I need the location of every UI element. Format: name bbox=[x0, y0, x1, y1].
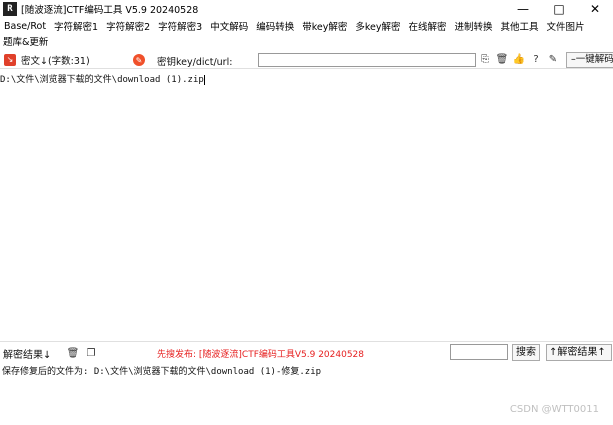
orange-clear-icon[interactable]: ✎ bbox=[133, 54, 145, 66]
minimize-button[interactable]: — bbox=[505, 0, 541, 18]
menu-other-tools[interactable]: 其他工具 bbox=[497, 19, 543, 33]
menu-row-1: Base/Rot 字符解密1 字符解密2 字符解密3 中文解码 编码转换 带ke… bbox=[0, 19, 613, 34]
copy-icon[interactable]: ❐ bbox=[84, 346, 98, 360]
menu-bar: Base/Rot 字符解密1 字符解密2 字符解密3 中文解码 编码转换 带ke… bbox=[0, 19, 613, 51]
menu-chinese-decode[interactable]: 中文解码 bbox=[206, 19, 252, 33]
menu-multi-key-decrypt[interactable]: 多key解密 bbox=[351, 19, 404, 33]
maximize-button[interactable]: □ bbox=[541, 0, 577, 18]
watermark: CSDN @WTT0011 bbox=[509, 404, 599, 415]
result-up-button[interactable]: ↑解密结果↑ bbox=[546, 344, 612, 361]
text-caret bbox=[203, 74, 205, 85]
menu-key-decrypt[interactable]: 带key解密 bbox=[298, 19, 351, 33]
red-box-arrow-icon[interactable]: ↘ bbox=[4, 53, 16, 66]
search-input[interactable] bbox=[450, 344, 508, 360]
cipher-textarea[interactable]: D:\文件\浏览器下载的文件\download (1).zip bbox=[0, 70, 613, 340]
cipher-text-content: D:\文件\浏览器下载的文件\download (1).zip bbox=[0, 75, 204, 85]
menu-file-image[interactable]: 文件图片 bbox=[543, 19, 589, 33]
menu-online-decrypt[interactable]: 在线解密 bbox=[405, 19, 451, 33]
result-textarea[interactable]: 保存修复后的文件为: D:\文件\浏览器下载的文件\download (1)-修… bbox=[0, 362, 613, 425]
menu-base-rot[interactable]: Base/Rot bbox=[0, 21, 50, 32]
search-button[interactable]: 搜索 bbox=[512, 344, 540, 361]
app-logo-icon: R bbox=[3, 2, 17, 16]
one-click-decode-button[interactable]: –一键解码 bbox=[566, 52, 613, 68]
result-label: 解密结果↓ bbox=[3, 350, 52, 361]
key-label: 密钥key/dict/url: bbox=[157, 57, 233, 68]
key-input[interactable] bbox=[258, 53, 476, 67]
trash-icon[interactable]: 🗑 bbox=[495, 52, 509, 66]
thumbs-up-icon[interactable]: 👍 bbox=[512, 52, 526, 66]
help-icon[interactable]: ? bbox=[529, 52, 543, 66]
result-toolbar: 解密结果↓ 🗑 ❐ 先搜发布: [随波逐流]CTF编码工具V5.9 202405… bbox=[0, 341, 613, 362]
cipher-tools: ⎘ 🗑 👍 ? ✎ bbox=[478, 52, 560, 66]
cipher-label: 密文↓(字数:31) bbox=[21, 55, 90, 67]
result-text: 保存修复后的文件为: D:\文件\浏览器下载的文件\download (1)-修… bbox=[2, 367, 322, 377]
window-controls: — □ ✕ bbox=[505, 0, 613, 18]
menu-encoding-convert[interactable]: 编码转换 bbox=[252, 19, 298, 33]
result-trash-icon[interactable]: 🗑 bbox=[66, 346, 80, 360]
title-bar: R [随波逐流]CTF编码工具 V5.9 20240528 — □ ✕ bbox=[0, 0, 613, 18]
menu-char-decrypt-1[interactable]: 字符解密1 bbox=[50, 19, 102, 33]
paste-icon[interactable]: ⎘ bbox=[478, 52, 492, 66]
menu-char-decrypt-3[interactable]: 字符解密3 bbox=[154, 19, 206, 33]
cipher-toolbar: ↘ 密文↓(字数:31) ✎ 密钥key/dict/url: ⎘ 🗑 👍 ? ✎… bbox=[0, 51, 613, 69]
menu-row-2: 题库&更新 bbox=[0, 34, 613, 48]
menu-question-bank-update[interactable]: 题库&更新 bbox=[0, 34, 52, 48]
close-button[interactable]: ✕ bbox=[577, 0, 613, 18]
app-window: R [随波逐流]CTF编码工具 V5.9 20240528 — □ ✕ Base… bbox=[0, 0, 613, 425]
promo-text[interactable]: 先搜发布: [随波逐流]CTF编码工具V5.9 20240528 bbox=[157, 347, 364, 360]
menu-radix-convert[interactable]: 进制转换 bbox=[451, 19, 497, 33]
edit-icon[interactable]: ✎ bbox=[546, 52, 560, 66]
menu-char-decrypt-2[interactable]: 字符解密2 bbox=[102, 19, 154, 33]
one-click-decode-label: 一键解码 bbox=[575, 54, 613, 65]
cipher-text: D:\文件\浏览器下载的文件\download (1).zip bbox=[0, 72, 205, 85]
window-title: [随波逐流]CTF编码工具 V5.9 20240528 bbox=[21, 5, 199, 16]
